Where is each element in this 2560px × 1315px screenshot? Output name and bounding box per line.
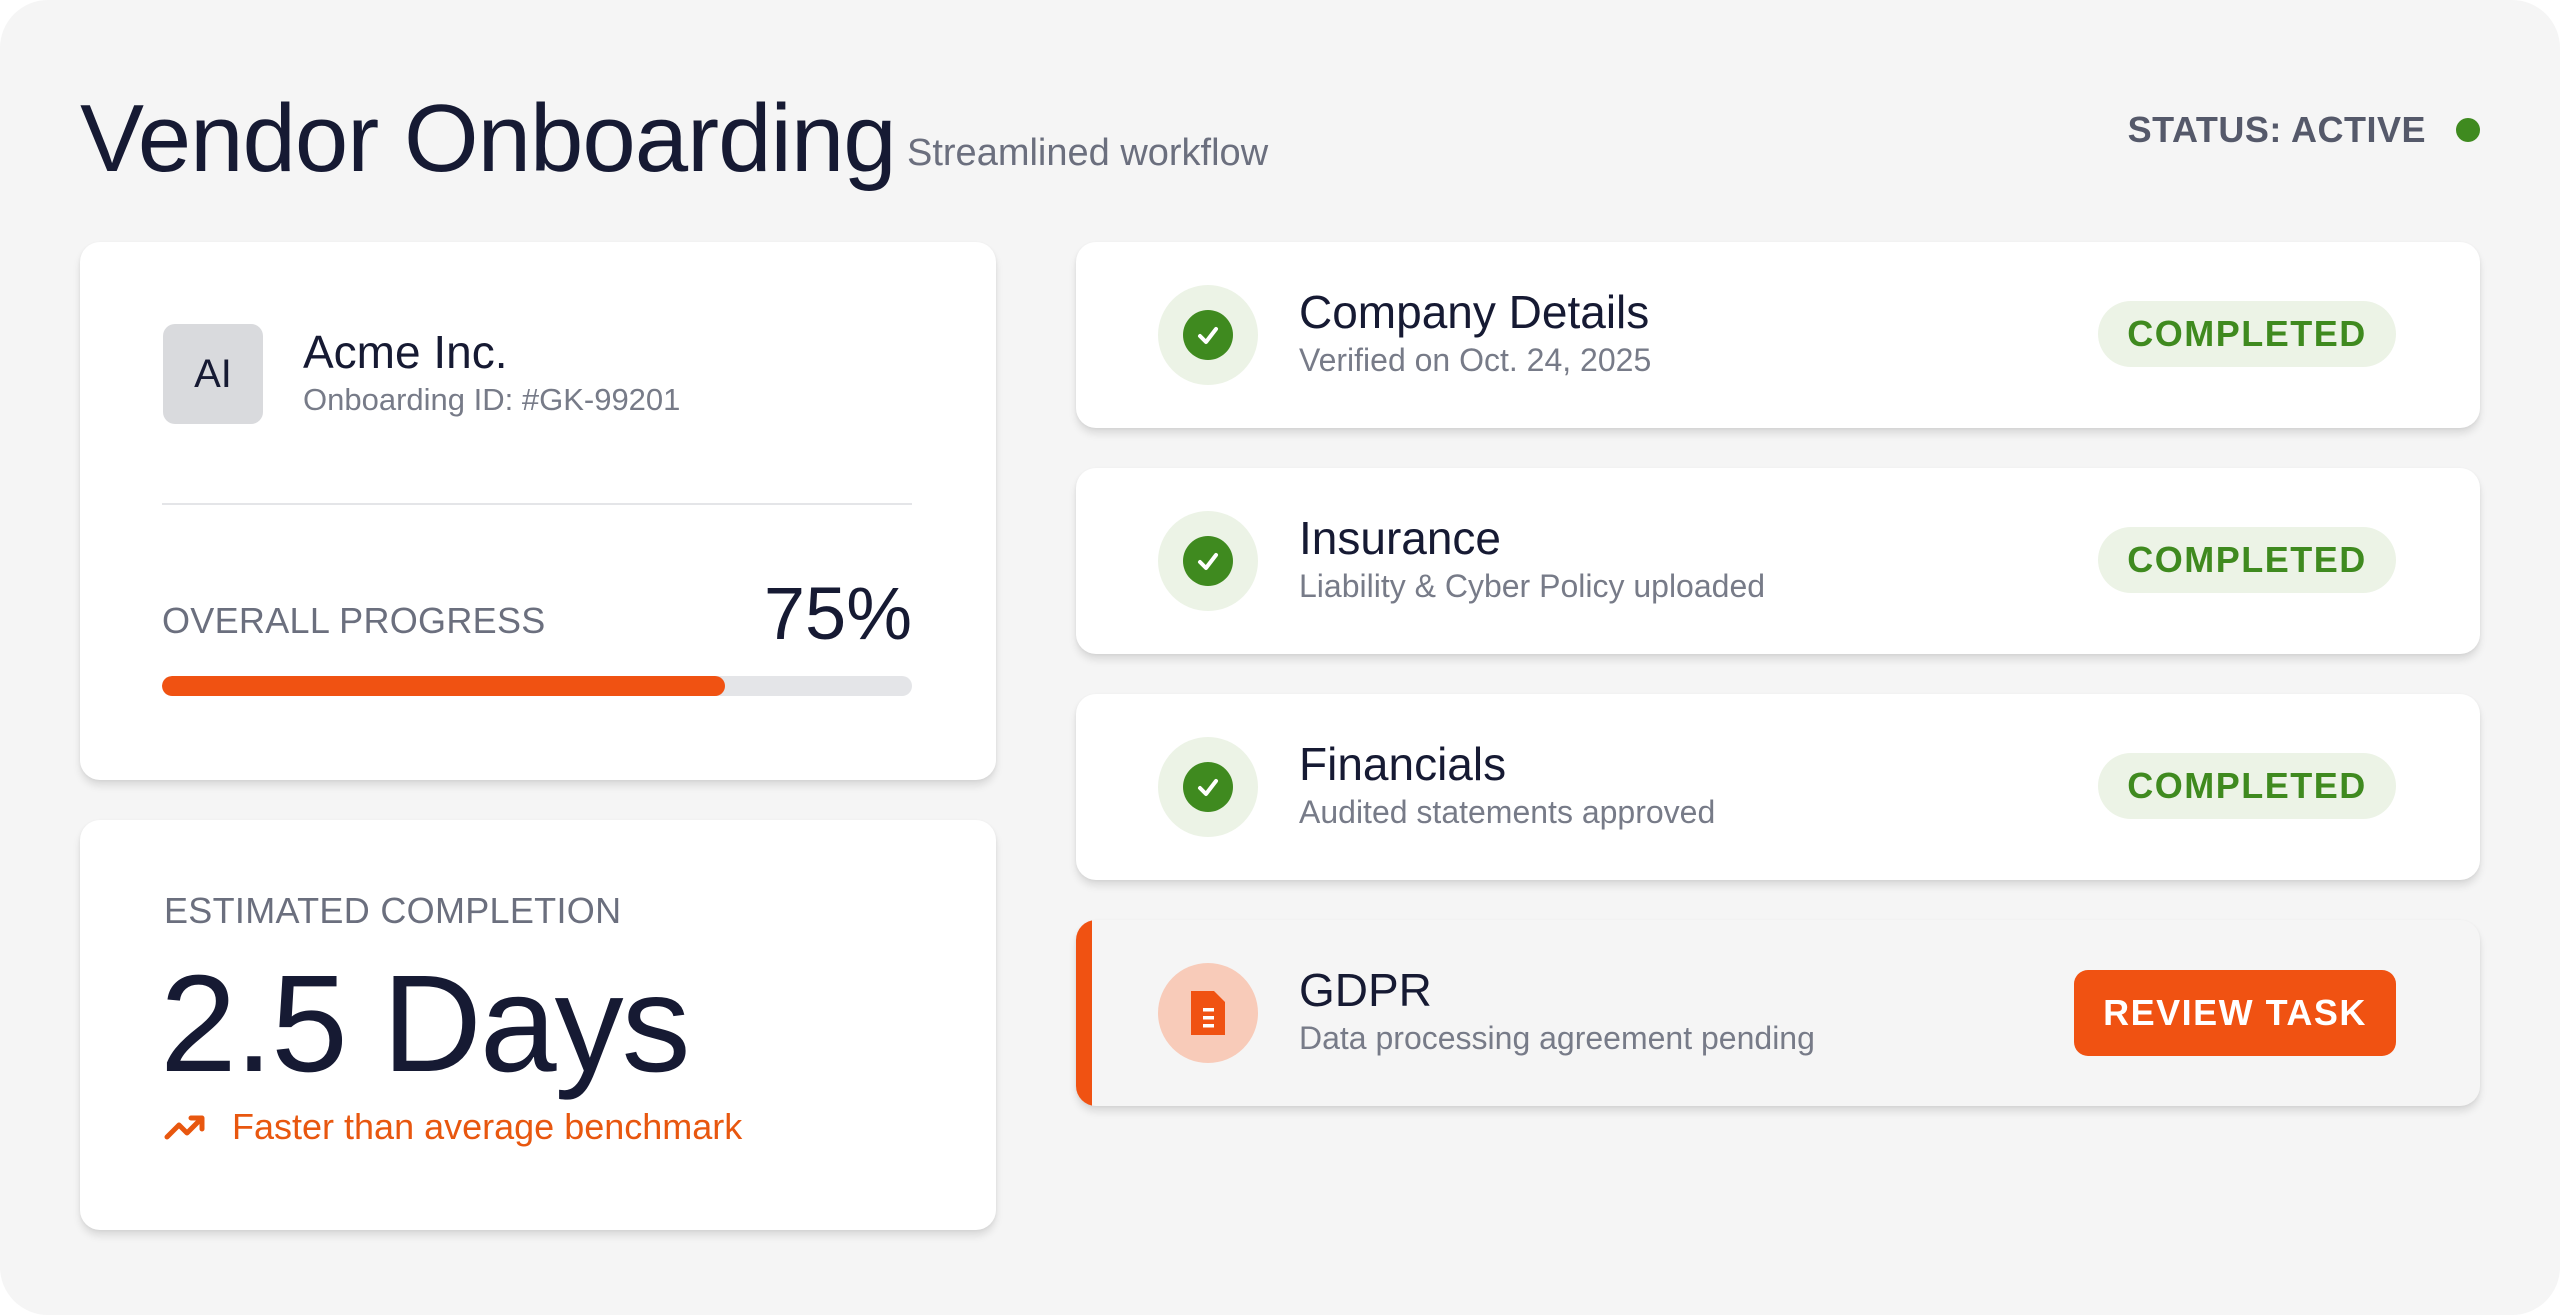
document-icon xyxy=(1158,963,1258,1063)
divider xyxy=(162,503,912,505)
estimate-value: 2.5 Days xyxy=(160,947,691,1101)
onboarding-panel: Vendor Onboarding Streamlined workflow S… xyxy=(0,0,2560,1315)
check-circle-icon xyxy=(1158,511,1258,611)
status-badge: COMPLETED xyxy=(2098,527,2396,593)
page-subtitle: Streamlined workflow xyxy=(907,132,1269,174)
estimate-card: ESTIMATED COMPLETION 2.5 Days Faster tha… xyxy=(80,820,996,1230)
task-company-details[interactable]: Company Details Verified on Oct. 24, 202… xyxy=(1076,242,2480,428)
task-description: Liability & Cyber Policy uploaded xyxy=(1299,568,1766,604)
trending-up-icon xyxy=(164,1115,205,1140)
task-title: Company Details xyxy=(1299,286,1650,338)
progress-label: OVERALL PROGRESS xyxy=(162,600,546,641)
task-description: Verified on Oct. 24, 2025 xyxy=(1299,342,1652,378)
review-task-button[interactable]: REVIEW TASK xyxy=(2074,970,2396,1056)
check-circle-icon xyxy=(1158,285,1258,385)
task-description: Data processing agreement pending xyxy=(1299,1020,1815,1056)
task-description: Audited statements approved xyxy=(1299,794,1716,830)
estimate-label: ESTIMATED COMPLETION xyxy=(164,890,622,931)
task-title: Financials xyxy=(1299,738,1507,790)
task-title: GDPR xyxy=(1299,964,1432,1016)
status-badge: COMPLETED xyxy=(2098,301,2396,367)
avatar: AI xyxy=(163,324,263,424)
task-title: Insurance xyxy=(1299,512,1502,564)
vendor-name: Acme Inc. xyxy=(303,326,508,378)
check-circle-icon xyxy=(1158,737,1258,837)
benchmark-note: Faster than average benchmark xyxy=(164,1106,742,1148)
status-dot-icon xyxy=(2456,118,2480,142)
task-insurance[interactable]: Insurance Liability & Cyber Policy uploa… xyxy=(1076,468,2480,654)
pending-accent-bar xyxy=(1076,920,1092,1106)
status-indicator: STATUS: ACTIVE xyxy=(2128,106,2480,154)
benchmark-text: Faster than average benchmark xyxy=(232,1106,743,1147)
vendor-card: AI Acme Inc. Onboarding ID: #GK-99201 OV… xyxy=(80,242,996,780)
task-financials[interactable]: Financials Audited statements approved C… xyxy=(1076,694,2480,880)
progress-bar-fill xyxy=(162,676,725,696)
progress-bar xyxy=(162,676,912,696)
page-title: Vendor Onboarding xyxy=(80,85,897,192)
status-badge: COMPLETED xyxy=(2098,753,2396,819)
header: Vendor Onboarding Streamlined workflow S… xyxy=(80,84,2480,194)
status-label: STATUS: ACTIVE xyxy=(2127,109,2426,150)
task-gdpr[interactable]: GDPR Data processing agreement pending R… xyxy=(1076,920,2480,1106)
onboarding-id: Onboarding ID: #GK-99201 xyxy=(303,382,681,417)
progress-percent: 75% xyxy=(763,572,912,655)
